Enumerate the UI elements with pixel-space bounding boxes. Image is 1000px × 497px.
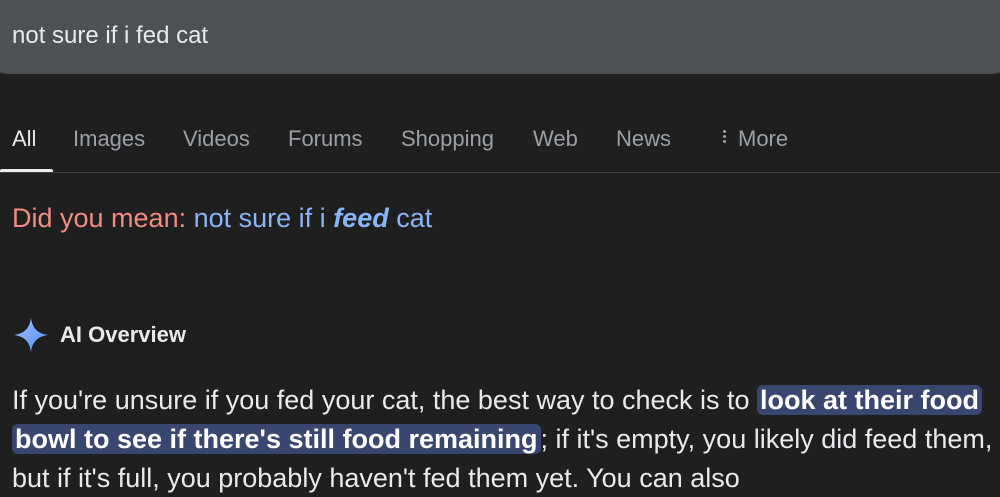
tab-more-label: More — [738, 126, 789, 151]
tab-forums[interactable]: Forums — [288, 124, 363, 154]
sparkle-icon — [13, 317, 49, 353]
search-input[interactable]: not sure if i fed cat — [12, 21, 208, 51]
suggestion-emphasis: feed — [333, 203, 389, 233]
spelling-suggestion-link[interactable]: not sure if i feed cat — [194, 203, 433, 233]
tab-images[interactable]: Images — [73, 124, 145, 154]
search-tabs: All Images Videos Forums Shopping Web Ne… — [0, 118, 1000, 174]
more-vert-icon — [716, 128, 732, 145]
search-results-page: not sure if i fed cat All Images Videos … — [0, 0, 1000, 497]
tab-all[interactable]: All — [12, 124, 36, 154]
did-you-mean: Did you mean: not sure if i feed cat — [12, 201, 432, 235]
tab-shopping[interactable]: Shopping — [401, 124, 494, 154]
tabs-divider — [0, 172, 1000, 173]
suggestion-suffix: cat — [396, 203, 433, 233]
did-you-mean-label: Did you mean: — [12, 203, 187, 233]
tab-news[interactable]: News — [616, 124, 671, 154]
tab-web[interactable]: Web — [533, 124, 578, 154]
ai-overview-header: AI Overview — [12, 315, 186, 355]
ai-text-before: If you're unsure if you fed your cat, th… — [12, 385, 758, 415]
ai-overview-text: If you're unsure if you fed your cat, th… — [12, 381, 997, 497]
ai-overview-title: AI Overview — [60, 322, 186, 347]
tab-more[interactable]: More — [716, 124, 788, 154]
suggestion-prefix: not sure if i — [193, 203, 326, 233]
search-bar[interactable]: not sure if i fed cat — [0, 0, 1000, 74]
tab-videos[interactable]: Videos — [183, 124, 250, 154]
